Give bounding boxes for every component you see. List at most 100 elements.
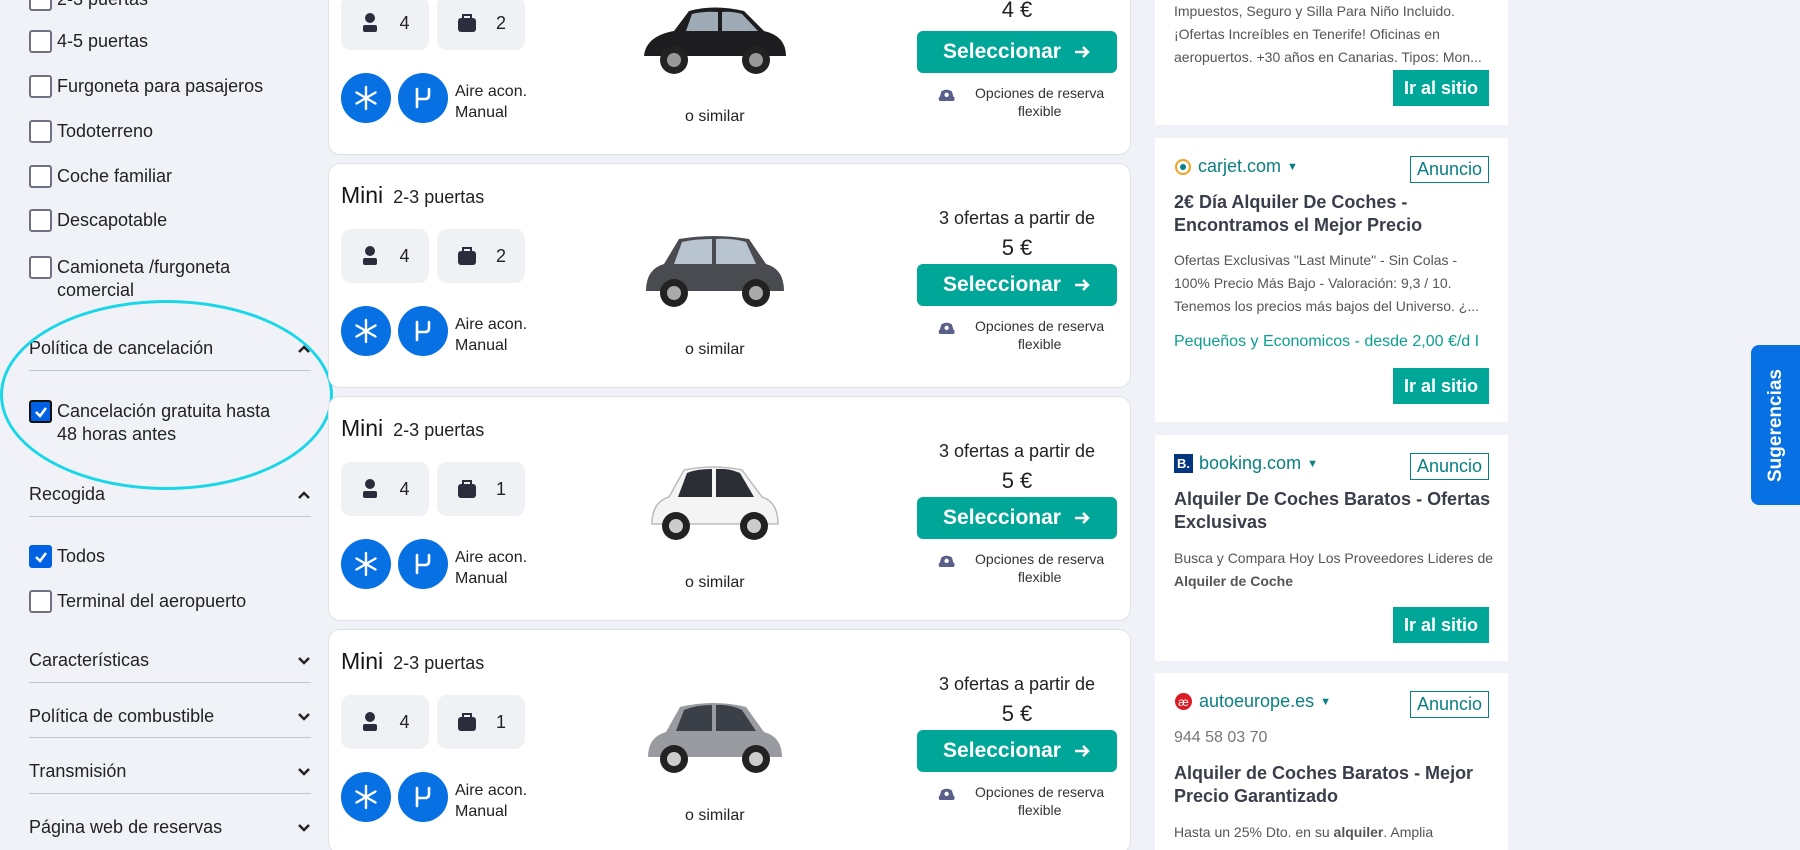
- filter-option-convertible[interactable]: Descapotable: [29, 209, 167, 232]
- ad-body-bold: Alquiler de Coche: [1174, 573, 1294, 589]
- bags-pill: 2: [437, 0, 525, 50]
- passenger-count: 4: [399, 12, 410, 33]
- checkbox[interactable]: [29, 0, 52, 11]
- filter-label: Coche familiar: [57, 166, 173, 186]
- transmission-header[interactable]: Transmisión: [29, 761, 311, 782]
- air-conditioning-icon: [341, 73, 391, 123]
- flexible-booking-note: Opciones de reserva flexible: [937, 317, 1117, 353]
- doors-label: 2-3 puertas: [393, 420, 485, 440]
- air-conditioning-icon: [341, 539, 391, 589]
- filter-option-family-car[interactable]: Coche familiar: [29, 165, 172, 188]
- ad-title[interactable]: 2€ Día Alquiler De Coches - Encontramos …: [1174, 191, 1494, 237]
- checkbox-checked[interactable]: [29, 545, 52, 568]
- checkbox[interactable]: [29, 120, 52, 143]
- select-button[interactable]: Seleccionar: [917, 31, 1117, 73]
- price-block: 3 ofertas a partir de 5 €: [917, 437, 1117, 495]
- arrow-right-icon: [1074, 512, 1090, 524]
- ad-brand[interactable]: æ autoeurope.es ▼: [1174, 691, 1331, 712]
- ad-brand[interactable]: B. booking.com ▼: [1174, 453, 1318, 474]
- ad-brand[interactable]: carjet.com ▼: [1174, 156, 1298, 177]
- ad-brand-name: autoeurope.es: [1199, 691, 1315, 711]
- divider: [29, 682, 311, 683]
- visit-site-button[interactable]: Ir al sitio: [1393, 368, 1489, 404]
- checkbox[interactable]: [29, 75, 52, 98]
- filter-option-airport-terminal[interactable]: Terminal del aeropuerto: [29, 590, 246, 613]
- filter-option-suv[interactable]: Todoterreno: [29, 120, 153, 143]
- checkbox-checked[interactable]: [29, 400, 52, 423]
- ad-card: æ autoeurope.es ▼ Anuncio 944 58 03 70 A…: [1155, 673, 1508, 850]
- similar-label: o similar: [685, 341, 745, 358]
- bag-icon: [457, 713, 476, 731]
- car-image: [646, 236, 784, 307]
- ad-body: Ofertas Exclusivas "Last Minute" - Sin C…: [1174, 252, 1480, 314]
- filter-option-2-3-doors[interactable]: 2-3 puertas: [29, 0, 148, 11]
- caret-down-icon: ▼: [1287, 160, 1298, 173]
- passengers-pill: 4: [341, 229, 429, 283]
- arrow-right-icon: [1074, 46, 1090, 58]
- checkbox[interactable]: [29, 165, 52, 188]
- transmission-label: Manual: [455, 337, 508, 354]
- select-button[interactable]: Seleccionar: [917, 497, 1117, 539]
- similar-label: o similar: [685, 807, 745, 824]
- car-result-card: Mini 2-3 puertas 4 1 Aire acon. Manual o …: [328, 629, 1131, 850]
- suggestions-tab[interactable]: Sugerencias: [1751, 345, 1800, 505]
- ac-label: Aire acon.: [455, 549, 528, 566]
- flexible-booking-label: Opciones de reserva flexible: [975, 784, 1105, 818]
- filter-label: Todos: [57, 546, 106, 566]
- car-result-card: 4 2 Aire acon. Manual o similar 4 € Sele…: [328, 0, 1131, 155]
- caret-down-icon: ▼: [1320, 695, 1331, 708]
- similar-label: o similar: [685, 108, 745, 125]
- highlight-annotation: [0, 300, 333, 490]
- features-text: Aire acon. Manual: [455, 314, 527, 356]
- category-label: Mini: [341, 648, 384, 674]
- arrow-right-icon: [1074, 745, 1090, 757]
- similar-label: o similar: [685, 574, 745, 591]
- pickup-header[interactable]: Recogida: [29, 484, 311, 505]
- ad-body-text: Hasta un 25% Dto. en su: [1174, 824, 1334, 840]
- divider: [29, 516, 311, 517]
- ad-brand-name: booking.com: [1199, 453, 1302, 473]
- car-shield-icon: [938, 322, 955, 335]
- filter-label: Todoterreno: [57, 121, 154, 141]
- checkbox[interactable]: [29, 30, 52, 53]
- visit-site-button[interactable]: Ir al sitio: [1393, 70, 1489, 106]
- ad-title[interactable]: Alquiler De Coches Baratos - Ofertas Exc…: [1174, 488, 1494, 534]
- car-image: [644, 7, 786, 74]
- checkbox[interactable]: [29, 209, 52, 232]
- booking-website-header[interactable]: Página web de reservas: [29, 817, 311, 838]
- checkbox[interactable]: [29, 256, 52, 279]
- car-shield-icon: [938, 89, 955, 102]
- select-button[interactable]: Seleccionar: [917, 730, 1117, 772]
- filter-option-4-5-doors[interactable]: 4-5 puertas: [29, 30, 148, 53]
- bags-pill: 1: [437, 462, 525, 516]
- passenger-count: 4: [399, 711, 410, 732]
- filter-option-all[interactable]: Todos: [29, 545, 105, 568]
- category-label: Mini: [341, 182, 384, 208]
- fuel-policy-header[interactable]: Política de combustible: [29, 706, 311, 727]
- price: 5 €: [1001, 235, 1033, 260]
- passenger-count: 4: [399, 245, 410, 266]
- features-header[interactable]: Características: [29, 650, 311, 671]
- ad-body-bold: alquiler: [1333, 824, 1384, 840]
- filter-option-commercial-van[interactable]: Camioneta /furgoneta comercial: [29, 256, 279, 302]
- bags-pill: 1: [437, 695, 525, 749]
- select-button-label: Seleccionar: [943, 506, 1061, 529]
- ad-phone[interactable]: 944 58 03 70: [1174, 726, 1494, 749]
- car-image: [648, 703, 782, 773]
- section-title: Características: [29, 650, 150, 670]
- checkbox[interactable]: [29, 590, 52, 613]
- section-title: Política de combustible: [29, 706, 215, 726]
- cancellation-policy-header[interactable]: Política de cancelación: [29, 338, 311, 359]
- filter-option-free-cancellation[interactable]: Cancelación gratuita hasta 48 horas ante…: [29, 400, 289, 446]
- passengers-pill: 4: [341, 462, 429, 516]
- filter-option-passenger-van[interactable]: Furgoneta para pasajeros: [29, 75, 263, 98]
- select-button[interactable]: Seleccionar: [917, 264, 1117, 306]
- ad-body: Busca y Compara Hoy Los Proveedores Lide…: [1174, 547, 1494, 593]
- visit-site-button[interactable]: Ir al sitio: [1393, 607, 1489, 643]
- ad-card: carjet.com ▼ Anuncio 2€ Día Alquiler De …: [1155, 138, 1508, 422]
- filter-label: 4-5 puertas: [57, 31, 149, 51]
- ad-sitelink[interactable]: Pequeños y Economicos - desde 2,00 €/d I: [1174, 333, 1479, 351]
- filter-label: Camioneta /furgoneta comercial: [57, 257, 231, 300]
- ad-title[interactable]: Alquiler de Coches Baratos - Mejor Preci…: [1174, 762, 1494, 808]
- passengers-pill: 4: [341, 0, 429, 50]
